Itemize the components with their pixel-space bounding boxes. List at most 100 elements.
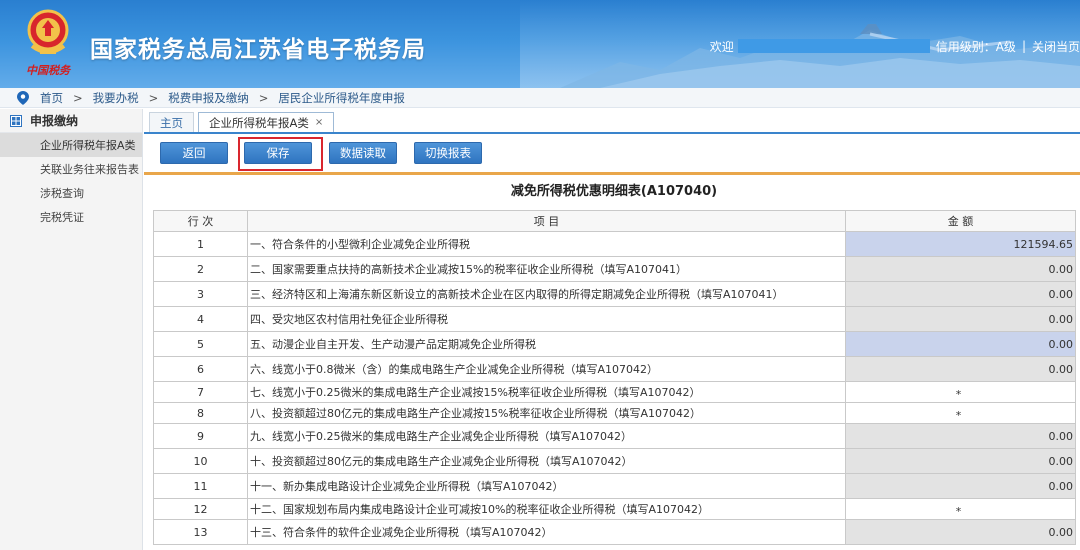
row-item: 十一、新办集成电路设计企业减免企业所得税（填写A107042） xyxy=(247,473,846,499)
table-row: 3 三、经济特区和上海浦东新区新设立的高新技术企业在区内取得的所得定期减免企业所得… xyxy=(153,281,1076,307)
row-amount: 0.00 xyxy=(845,473,1076,499)
row-amount[interactable]: 0.00 xyxy=(845,331,1076,357)
sidebar-item-tax-certificate[interactable]: 完税凭证 xyxy=(0,205,142,229)
row-number: 9 xyxy=(153,423,248,449)
row-item: 六、线宽小于0.8微米（含）的集成电路生产企业减免企业所得税（填写A107042… xyxy=(247,356,846,382)
sidebar-header[interactable]: 申报缴纳 xyxy=(0,109,142,133)
row-amount: 0.00 xyxy=(845,281,1076,307)
close-icon[interactable]: × xyxy=(315,117,323,128)
breadcrumb-home[interactable]: 首页 xyxy=(40,90,63,106)
column-header-item: 项 目 xyxy=(247,210,846,232)
table-row: 13 十三、符合条件的软件企业减免企业所得税（填写A107042） 0.00 xyxy=(153,519,1076,545)
row-item: 五、动漫企业自主开发、生产动漫产品定期减免企业所得税 xyxy=(247,331,846,357)
site-title: 国家税务总局江苏省电子税务局 xyxy=(90,37,426,63)
breadcrumb-separator: > xyxy=(148,90,159,105)
breadcrumb-separator: > xyxy=(258,90,269,105)
column-header-row-no: 行 次 xyxy=(153,210,248,232)
column-header-amount: 金 额 xyxy=(845,210,1076,232)
save-button-highlight xyxy=(238,137,323,171)
row-number: 8 xyxy=(153,402,248,424)
sidebar-item-label: 关联业务往来报告表 xyxy=(40,163,139,176)
row-number: 2 xyxy=(153,256,248,282)
switch-form-button[interactable]: 切换报表 xyxy=(414,142,482,164)
sidebar-item-label: 完税凭证 xyxy=(40,211,84,224)
toolbar-divider xyxy=(144,172,1080,175)
breadcrumb-tax-handling[interactable]: 我要办税 xyxy=(93,90,139,106)
breadcrumb: 首页 > 我要办税 > 税费申报及缴纳 > 居民企业所得税年度申报 xyxy=(0,88,1080,108)
table-row: 12 十二、国家规划布局内集成电路设计企业可减按10%的税率征收企业所得税（填写A… xyxy=(153,498,1076,520)
not-applicable-mark: * xyxy=(955,387,962,401)
table-row: 4 四、受灾地区农村信用社免征企业所得税 0.00 xyxy=(153,306,1076,332)
breadcrumb-declare-pay[interactable]: 税费申报及缴纳 xyxy=(168,90,249,106)
table-row: 11 十一、新办集成电路设计企业减免企业所得税（填写A107042） 0.00 xyxy=(153,473,1076,499)
table-body: 1 一、符合条件的小型微利企业减免企业所得税 121594.65 2 二、国家需要重点扶… xyxy=(153,231,1076,545)
breadcrumb-annual-declaration[interactable]: 居民企业所得税年度申报 xyxy=(278,90,405,106)
tab-home[interactable]: 主页 xyxy=(149,112,194,132)
sidebar-header-label: 申报缴纳 xyxy=(30,114,79,128)
close-page-link[interactable]: 关闭当页 xyxy=(1032,38,1080,55)
row-item: 十二、国家规划布局内集成电路设计企业可减按10%的税率征收企业所得税（填写A10… xyxy=(247,498,846,520)
row-amount: 0.00 xyxy=(845,356,1076,382)
sidebar-item-related-transactions[interactable]: 关联业务往来报告表 xyxy=(0,157,142,181)
sidebar-item-annual-report-a[interactable]: 企业所得税年报A类 xyxy=(0,133,142,157)
tax-emblem-logo xyxy=(27,9,69,54)
table-row: 1 一、符合条件的小型微利企业减免企业所得税 121594.65 xyxy=(153,231,1076,257)
table-row: 9 九、线宽小于0.25微米的集成电路生产企业减免企业所得税（填写A107042）… xyxy=(153,423,1076,449)
tab-bar: 主页 企业所得税年报A类 × xyxy=(144,110,1080,134)
form-title: 减免所得税优惠明细表(A107040) xyxy=(510,184,718,199)
not-applicable-mark: * xyxy=(955,408,962,422)
table-row: 5 五、动漫企业自主开发、生产动漫产品定期减免企业所得税 0.00 xyxy=(153,331,1076,357)
row-amount: * xyxy=(845,381,1076,403)
tab-annual-report-a[interactable]: 企业所得税年报A类 × xyxy=(198,112,335,132)
row-number: 3 xyxy=(153,281,248,307)
row-item: 八、投资额超过80亿元的集成电路生产企业减按15%税率征收企业所得税（填写A10… xyxy=(247,402,846,424)
table-row: 10 十、投资额超过80亿元的集成电路生产企业减免企业所得税（填写A107042）… xyxy=(153,448,1076,474)
not-applicable-mark: * xyxy=(955,504,962,518)
row-number: 13 xyxy=(153,519,248,545)
table-row: 8 八、投资额超过80亿元的集成电路生产企业减按15%税率征收企业所得税（填写A1… xyxy=(153,402,1076,424)
welcome-text: 欢迎 xyxy=(709,39,734,54)
tab-label: 主页 xyxy=(160,115,183,130)
location-pin-icon xyxy=(17,90,29,105)
table-header-row: 行 次 项 目 金 额 xyxy=(153,210,1076,232)
row-number: 11 xyxy=(153,473,248,499)
deduction-table: 行 次 项 目 金 额 1 一、符合条件的小型微利企业减免企业所得税 121594.… xyxy=(153,210,1076,545)
row-number: 12 xyxy=(153,498,248,520)
sidebar-item-label: 涉税查询 xyxy=(40,187,84,200)
logo-slogan: 中国税务 xyxy=(26,64,70,77)
read-data-button[interactable]: 数据读取 xyxy=(329,142,397,164)
row-number: 10 xyxy=(153,448,248,474)
row-amount: 0.00 xyxy=(845,519,1076,545)
row-item: 九、线宽小于0.25微米的集成电路生产企业减免企业所得税（填写A107042） xyxy=(247,423,846,449)
row-number: 7 xyxy=(153,381,248,403)
row-amount: * xyxy=(845,498,1076,520)
sidebar-item-tax-query[interactable]: 涉税查询 xyxy=(0,181,142,205)
row-item: 一、符合条件的小型微利企业减免企业所得税 xyxy=(247,231,846,257)
table-row: 7 七、线宽小于0.25微米的集成电路生产企业减按15%税率征收企业所得税（填写A… xyxy=(153,381,1076,403)
row-number: 4 xyxy=(153,306,248,332)
row-item: 十、投资额超过80亿元的集成电路生产企业减免企业所得税（填写A107042） xyxy=(247,448,846,474)
row-item: 十三、符合条件的软件企业减免企业所得税（填写A107042） xyxy=(247,519,846,545)
row-number: 1 xyxy=(153,231,248,257)
tab-label: 企业所得税年报A类 xyxy=(209,115,309,130)
row-number: 5 xyxy=(153,331,248,357)
table-row: 2 二、国家需要重点扶持的高新技术企业减按15%的税率征收企业所得税（填写A107… xyxy=(153,256,1076,282)
back-button[interactable]: 返回 xyxy=(160,142,228,164)
row-amount: 0.00 xyxy=(845,423,1076,449)
credit-level: 信用级别：A级 xyxy=(935,39,1016,54)
row-amount: * xyxy=(845,402,1076,424)
row-amount: 0.00 xyxy=(845,306,1076,332)
row-amount: 0.00 xyxy=(845,448,1076,474)
table-row: 6 六、线宽小于0.8微米（含）的集成电路生产企业减免企业所得税（填写A10704… xyxy=(153,356,1076,382)
grid-icon xyxy=(10,114,22,127)
row-amount[interactable]: 121594.65 xyxy=(845,231,1076,257)
row-item: 二、国家需要重点扶持的高新技术企业减按15%的税率征收企业所得税（填写A1070… xyxy=(247,256,846,282)
row-amount: 0.00 xyxy=(845,256,1076,282)
user-area: 欢迎 信用级别：A级 | 关闭当页 xyxy=(710,36,1080,56)
row-number: 6 xyxy=(153,356,248,382)
sidebar-item-label: 企业所得税年报A类 xyxy=(40,139,136,152)
row-item: 四、受灾地区农村信用社免征企业所得税 xyxy=(247,306,846,332)
sidebar: 申报缴纳 企业所得税年报A类 关联业务往来报告表 涉税查询 完税凭证 xyxy=(0,109,143,550)
row-item: 七、线宽小于0.25微米的集成电路生产企业减按15%税率征收企业所得税（填写A1… xyxy=(247,381,846,403)
breadcrumb-separator: > xyxy=(73,90,83,105)
